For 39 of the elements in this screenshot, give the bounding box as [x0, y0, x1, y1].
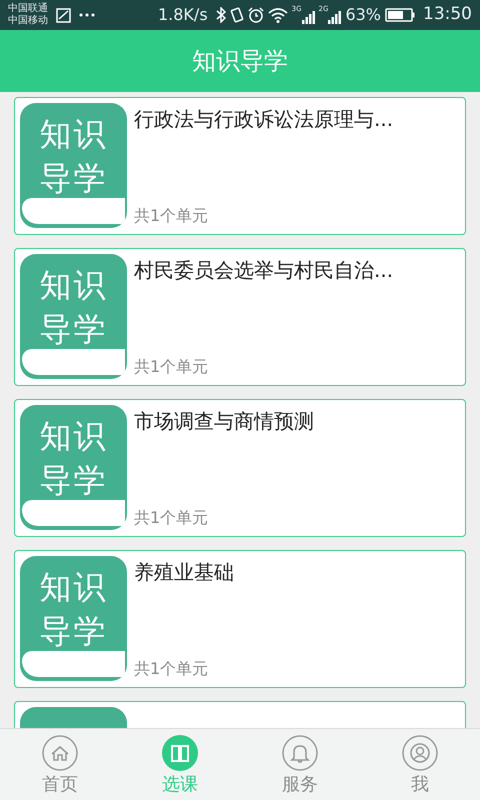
- cover-text: 知识: [40, 114, 108, 155]
- more-icon: [79, 13, 95, 17]
- course-title: 行政法与行政诉讼法原理与...: [134, 106, 394, 132]
- cover-text: 导学: [40, 460, 108, 501]
- cover-text: 导学: [40, 158, 108, 199]
- image-icon: [56, 8, 71, 22]
- battery-icon: [385, 8, 415, 22]
- battery-level: 63%: [345, 4, 381, 26]
- course-title: 养殖业基础: [134, 559, 235, 585]
- course-card[interactable]: 知识 导学 行政法与行政诉讼法原理与... 共1个单元: [14, 97, 466, 235]
- bell-icon: [282, 735, 318, 771]
- unit-count: 共1个单元: [134, 658, 210, 680]
- unit-count: 共1个单元: [134, 356, 210, 378]
- cover-text: 导学: [40, 309, 108, 350]
- course-title: 市场调查与商情预测: [134, 408, 315, 434]
- clock: 13:50: [423, 3, 472, 26]
- wifi-icon: [268, 8, 288, 22]
- book-icon: [162, 735, 198, 771]
- cover-text: 导学: [40, 611, 108, 652]
- alarm-icon: [248, 7, 264, 23]
- unit-count: 共1个单元: [134, 205, 210, 227]
- cover-text: 知识: [40, 265, 108, 306]
- course-card[interactable]: 知识 导学 养殖业基础 共1个单元: [14, 550, 466, 688]
- vibrate-icon: [230, 7, 244, 23]
- course-card[interactable]: 知识 导学 市场调查与商情预测 共1个单元: [14, 399, 466, 537]
- carrier-name: 中国联通: [8, 3, 48, 14]
- course-card[interactable]: 知识 导学 村民委员会选举与村民自治... 共1个单元: [14, 248, 466, 386]
- page-title: 知识导学: [192, 46, 288, 77]
- user-icon: [402, 735, 438, 771]
- signal-icon: [302, 11, 315, 24]
- bluetooth-icon: [216, 7, 226, 23]
- course-title: 村民委员会选举与村民自治...: [134, 257, 394, 283]
- signal-icon: [328, 11, 342, 24]
- carrier-name: 中国移动: [8, 15, 48, 27]
- unit-count: 共1个单元: [134, 507, 210, 529]
- cover-text: 知识: [40, 416, 108, 457]
- home-icon: [42, 735, 78, 771]
- cover-text: 知识: [40, 567, 108, 608]
- network-speed: 1.8K/s: [158, 4, 208, 26]
